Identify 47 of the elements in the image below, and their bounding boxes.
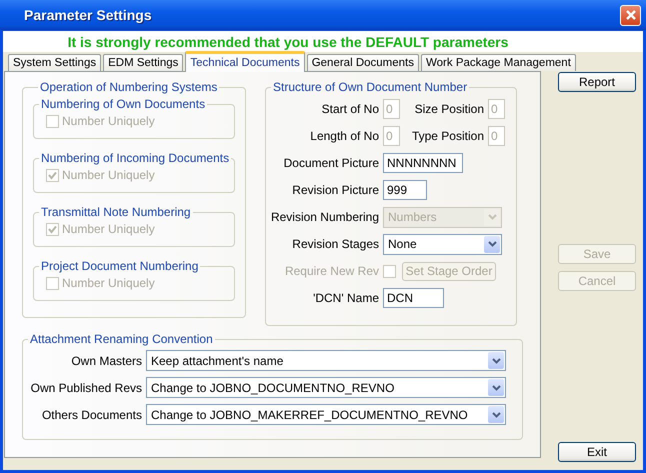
input-field[interactable]: 999: [383, 180, 427, 200]
group-title: Numbering of Own Documents: [40, 97, 206, 111]
field-label: Own Published Revs: [30, 380, 142, 394]
tab[interactable]: EDM Settings: [103, 54, 184, 71]
group-title: Operation of Numbering Systems: [39, 80, 218, 94]
field-label: Document Picture: [282, 156, 379, 170]
checkbox-label: Require New Rev: [284, 264, 379, 278]
tab[interactable]: Technical Documents: [185, 51, 305, 72]
action-button[interactable]: Exit: [558, 442, 636, 462]
close-button[interactable]: [620, 4, 641, 26]
field-label: Own Masters: [70, 354, 142, 368]
close-icon: [624, 9, 636, 21]
chevron-icon: [492, 384, 500, 390]
field-label: Type Position: [410, 129, 484, 143]
field-label: Length of No: [309, 129, 379, 143]
checkbox-label: Number Uniquely: [62, 222, 155, 236]
field-label: Revision Stages: [291, 237, 379, 251]
field-label: Revision Picture: [291, 183, 379, 197]
chevron-icon: [492, 412, 500, 418]
dropdown[interactable]: Change to JOBNO_DOCUMENTNO_REVNO: [146, 377, 506, 398]
input-field[interactable]: DCN: [383, 288, 444, 308]
field-label: Revision Numbering: [270, 210, 379, 224]
window-title: Parameter Settings: [24, 7, 152, 23]
dropdown[interactable]: Change to JOBNO_MAKERREF_DOCUMENTNO_REVNO: [146, 404, 506, 425]
input-field[interactable]: NNNNNNNN: [383, 153, 463, 173]
tab[interactable]: Work Package Management: [421, 54, 576, 71]
field-label: 'DCN' Name: [312, 291, 379, 305]
warning-text: It is strongly recommended that you use the DEFAULT parameters: [68, 34, 508, 50]
chevron-icon: [488, 241, 496, 247]
checkbox-label: Number Uniquely: [62, 168, 155, 182]
group-title: Attachment Renaming Convention: [29, 332, 214, 346]
tab[interactable]: System Settings: [8, 54, 102, 71]
checkbox-label: Number Uniquely: [62, 276, 155, 290]
field-label: Others Documents: [40, 408, 142, 422]
group-title: Numbering of Incoming Documents: [40, 151, 230, 165]
chevron-icon: [488, 214, 496, 220]
field-label: Size Position: [414, 102, 484, 116]
dropdown[interactable]: None: [383, 234, 502, 254]
field-label: Start of No: [320, 102, 379, 116]
group-title: Structure of Own Document Number: [272, 80, 468, 94]
dropdown[interactable]: Keep attachment's name: [146, 350, 506, 371]
action-button[interactable]: Report: [558, 72, 636, 92]
chevron-icon: [492, 358, 500, 364]
group-title: Project Document Numbering: [40, 259, 200, 273]
group-title: Transmittal Note Numbering: [40, 205, 192, 219]
tab[interactable]: General Documents: [306, 54, 419, 71]
checkbox-label: Number Uniquely: [62, 114, 155, 128]
